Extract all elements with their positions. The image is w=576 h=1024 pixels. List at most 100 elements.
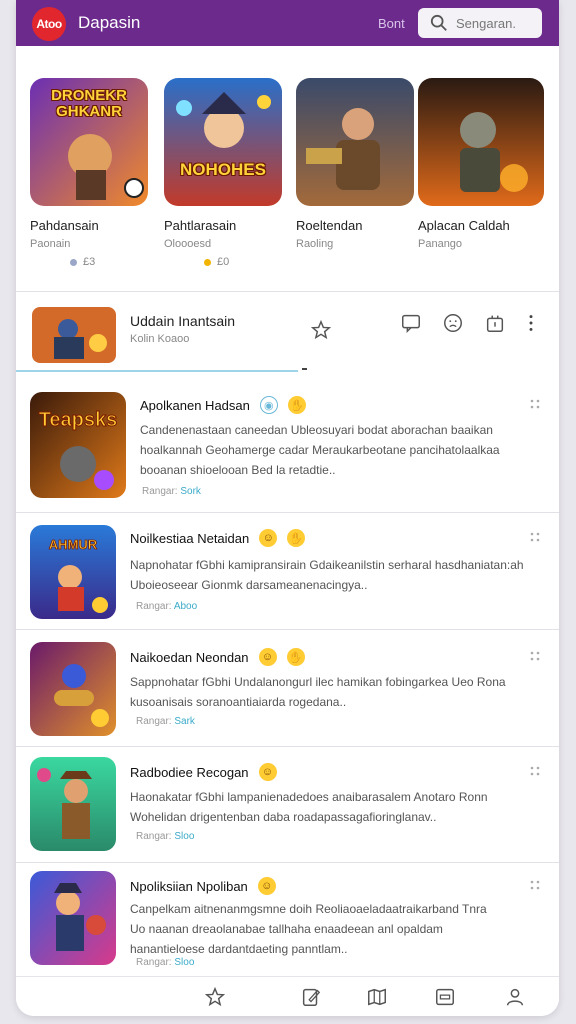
- art-title: NOHOHES: [180, 160, 266, 179]
- item-title-row: Noilkestiaa Netaidan ☺ ✋: [130, 529, 306, 547]
- bag-icon[interactable]: [484, 312, 506, 334]
- app-icon: [30, 642, 116, 736]
- list-item[interactable]: Teapsks Apolkanen Hadsan ◉ ✋ Candenenast…: [16, 380, 559, 512]
- item-meta: Rangar: Aboo: [136, 601, 197, 612]
- game-artwork: DRONEKR GHKANR: [30, 78, 148, 206]
- thumbs-up-icon: ✋: [287, 529, 306, 547]
- rating-dot-icon: [204, 258, 211, 266]
- search-icon: [430, 14, 447, 31]
- bottom-nav: [16, 976, 559, 1016]
- svg-text:Teapsks: Teapsks: [39, 409, 118, 431]
- drag-handle-icon[interactable]: [529, 879, 541, 891]
- meta-value: Aboo: [173, 601, 198, 612]
- meta-value: Sloo: [174, 831, 195, 842]
- drag-handle-icon[interactable]: [529, 650, 541, 662]
- description-line: Wohelidan drigentenban daba roadapassaga…: [130, 810, 437, 824]
- item-meta: Rangar: Sloo: [136, 831, 194, 842]
- app-icon: Teapsks: [30, 392, 126, 498]
- description-line: Napnohatar fGbhi kamipransirain Gdaikean…: [130, 558, 524, 572]
- list-item[interactable]: Radbodiee Recogan ☺ Haonakatar fGbhi lam…: [16, 747, 559, 863]
- meta-value: Sloo: [174, 957, 195, 968]
- star-icon[interactable]: [204, 986, 226, 1008]
- featured-card[interactable]: NOHOHES Pahtlarasain Oloooesd £0: [164, 78, 284, 268]
- meta-value: Sork: [180, 486, 201, 497]
- app-name: Pahtlarasain: [164, 218, 237, 233]
- drag-handle-icon[interactable]: [529, 765, 541, 777]
- now-playing-thumbnail: [32, 307, 116, 363]
- item-description: Napnohatar fGbhi kamipransirain Gdaikean…: [130, 555, 524, 595]
- description-line: kusoanisais soranoantiaiarda rogedana..: [130, 695, 347, 709]
- app-name: Roeltendan: [296, 218, 363, 233]
- now-playing-title: Uddain Inantsain: [130, 313, 236, 329]
- app-rating: £0: [164, 256, 284, 268]
- app-category: Oloooesd: [164, 238, 212, 250]
- game-artwork: NOHOHES: [164, 78, 282, 206]
- now-playing-row[interactable]: Uddain Inantsain Kolin Koaoo: [16, 293, 559, 373]
- now-playing-subtitle: Kolin Koaoo: [130, 333, 190, 345]
- item-title-row: Naikoedan Neondan ☺ ✋: [130, 648, 305, 666]
- app-icon: [30, 757, 116, 851]
- thumbs-up-icon: ✋: [286, 648, 305, 666]
- star-icon[interactable]: [310, 319, 332, 341]
- app-name: Aplacan Caldah: [418, 218, 510, 233]
- search-input[interactable]: Sengaran.: [456, 16, 516, 31]
- top-bar: Atoo Dapasin Bont Sengaran.: [16, 0, 559, 46]
- profile-icon[interactable]: [504, 986, 526, 1008]
- item-title: Noilkestiaa Netaidan: [130, 530, 250, 546]
- featured-card[interactable]: Roeltendan Raoling: [296, 78, 416, 250]
- map-icon[interactable]: [366, 986, 388, 1008]
- info-icon: ◉: [259, 396, 278, 414]
- smiley-icon: ☺: [258, 648, 277, 666]
- drag-handle-icon[interactable]: [529, 531, 541, 543]
- item-description: Sappnohatar fGbhi Undalanongurl ilec ham…: [130, 672, 506, 712]
- app-title: Dapasin: [78, 13, 141, 32]
- meta-label: Rangar:: [136, 716, 172, 727]
- more-vertical-icon[interactable]: [520, 312, 542, 334]
- app-icon: [30, 871, 116, 965]
- divider: [16, 291, 559, 292]
- rating-dot-icon: [70, 258, 77, 266]
- meta-label: Rangar:: [136, 831, 172, 842]
- item-title-row: Npoliksiian Npoliban ☺: [130, 877, 276, 895]
- game-artwork: [296, 78, 414, 206]
- app-name: Pahdansain: [30, 218, 99, 233]
- game-artwork: [418, 78, 544, 206]
- app-logo[interactable]: Atoo: [32, 7, 66, 41]
- featured-card[interactable]: Aplacan Caldah Panango: [418, 78, 544, 250]
- description-line: hoalkannah Geohamerge cadar Meraukarbeot…: [140, 443, 500, 457]
- app-window: Atoo Dapasin Bont Sengaran. DRONEKR GHKA…: [16, 0, 559, 1016]
- emoji-icon[interactable]: [442, 312, 464, 334]
- inbox-icon[interactable]: [434, 986, 456, 1008]
- list-item[interactable]: Npoliksiian Npoliban ☺ Canpelkam aitnena…: [16, 863, 559, 975]
- item-meta: Rangar: Sark: [136, 716, 195, 727]
- meta-label: Rangar:: [142, 486, 178, 497]
- item-meta: Rangar: Sork: [142, 486, 201, 497]
- smiley-icon: ☺: [257, 877, 276, 895]
- comment-icon[interactable]: [400, 312, 422, 334]
- item-title: Radbodiee Recogan: [130, 764, 249, 780]
- thumbs-up-icon: ✋: [287, 396, 306, 414]
- description-line: Uboieoseear Gionmk darsameanenacingya..: [130, 578, 368, 592]
- featured-carousel: DRONEKR GHKANR Pahdansain Paonain £3 NOH: [16, 78, 559, 278]
- app-category: Panango: [418, 238, 463, 250]
- list-item[interactable]: Naikoedan Neondan ☺ ✋ Sappnohatar fGbhi …: [16, 630, 559, 746]
- drag-handle-icon[interactable]: [529, 398, 541, 410]
- item-title: Npoliksiian Npoliban: [130, 878, 248, 894]
- item-description: Canpelkam aitnenanmgsmne doih Reoliaoael…: [130, 899, 487, 959]
- item-title: Naikoedan Neondan: [130, 649, 249, 665]
- svg-text:AHMUR: AHMUR: [49, 537, 98, 552]
- smiley-icon: ☺: [258, 763, 277, 781]
- description-line: hanantieloese dardantdaeting panntlam..: [130, 942, 348, 956]
- rating-value: £3: [83, 256, 96, 268]
- item-title: Apolkanen Hadsan: [140, 397, 250, 413]
- edit-icon[interactable]: [300, 986, 322, 1008]
- progress-bar: [16, 370, 298, 372]
- header-link[interactable]: Bont: [378, 16, 405, 31]
- rating-value: £0: [217, 256, 230, 268]
- description-line: booanan shioelooan Bed la retadtie..: [140, 463, 336, 477]
- search-box[interactable]: Sengaran.: [418, 8, 542, 38]
- featured-card[interactable]: DRONEKR GHKANR Pahdansain Paonain £3: [30, 78, 150, 268]
- app-category: Paonain: [30, 238, 71, 250]
- list-item[interactable]: AHMUR Noilkestiaa Netaidan ☺ ✋ Napnohata…: [16, 513, 559, 629]
- description-line: Sappnohatar fGbhi Undalanongurl ilec ham…: [130, 675, 506, 689]
